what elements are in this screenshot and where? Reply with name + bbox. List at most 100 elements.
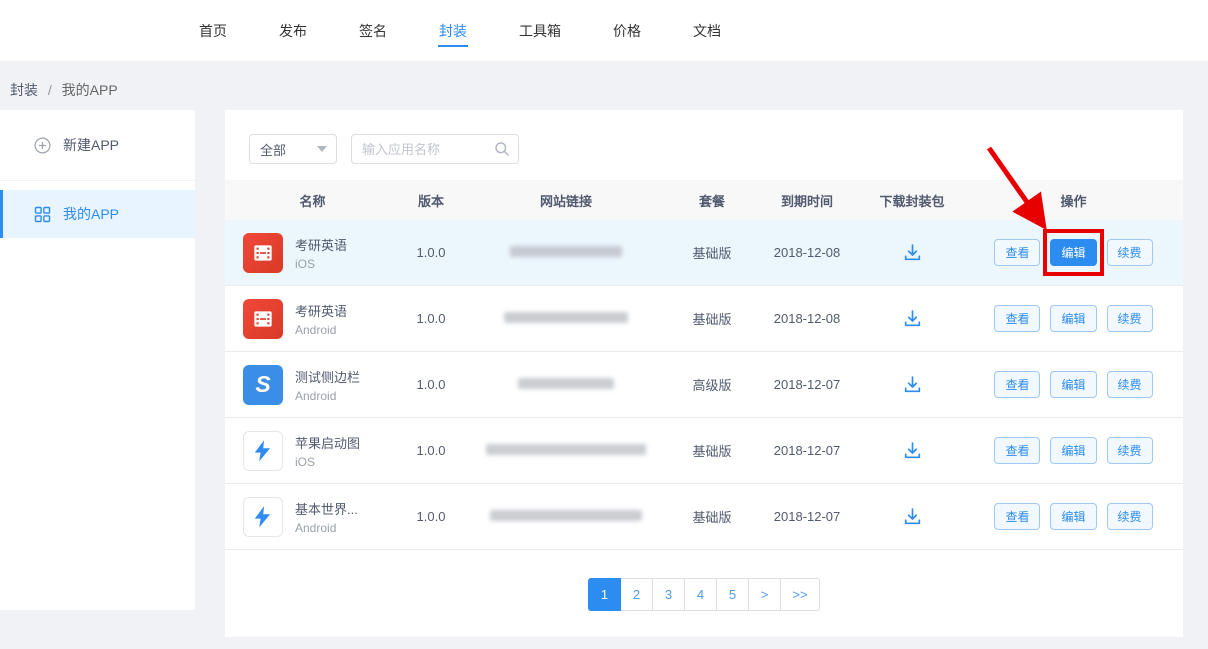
- thunder-app-icon: [243, 497, 283, 537]
- renew-button[interactable]: 续费: [1107, 305, 1153, 332]
- col-header-link: 网站链接: [462, 191, 670, 210]
- download-icon[interactable]: [902, 374, 923, 395]
- grid-icon: [34, 206, 51, 223]
- app-name: 苹果启动图: [295, 433, 360, 452]
- nav-item-publish[interactable]: 发布: [278, 13, 308, 49]
- filter-select[interactable]: 全部: [249, 134, 337, 164]
- table-row: 考研英语 Android 1.0.0 基础版 2018-12-08 查看 编辑 …: [225, 286, 1183, 352]
- table-row: 考研英语 iOS 1.0.0 基础版 2018-12-08 查看 编辑 续费: [225, 220, 1183, 286]
- blurred-link: [486, 444, 646, 455]
- edit-button[interactable]: 编辑: [1050, 305, 1096, 332]
- app-expiry: 2018-12-08: [754, 245, 860, 260]
- nav-item-packaging[interactable]: 封装: [438, 13, 468, 49]
- view-button[interactable]: 查看: [994, 371, 1040, 398]
- col-header-version: 版本: [400, 191, 462, 210]
- app-package: 基础版: [670, 309, 754, 328]
- download-icon[interactable]: [902, 506, 923, 527]
- app-version: 1.0.0: [400, 377, 462, 392]
- film-app-icon: [243, 233, 283, 273]
- app-version: 1.0.0: [400, 509, 462, 524]
- download-icon[interactable]: [902, 242, 923, 263]
- app-name: 考研英语: [295, 301, 347, 320]
- page-next-button[interactable]: >: [748, 578, 781, 611]
- blurred-link: [504, 312, 628, 323]
- nav-item-price[interactable]: 价格: [612, 13, 642, 49]
- sidebar-item-label: 我的APP: [63, 204, 119, 224]
- search-icon[interactable]: [494, 141, 510, 160]
- sidebar-item-my-app[interactable]: 我的APP: [0, 190, 195, 238]
- film-app-icon: [243, 299, 283, 339]
- edit-button[interactable]: 编辑: [1050, 503, 1096, 530]
- renew-button[interactable]: 续费: [1107, 437, 1153, 464]
- nav-item-docs[interactable]: 文档: [692, 13, 722, 49]
- app-platform: Android: [295, 521, 358, 535]
- renew-button[interactable]: 续费: [1107, 371, 1153, 398]
- table-row: S 测试侧边栏 Android 1.0.0 高级版 2018-12-07 查看 …: [225, 352, 1183, 418]
- app-expiry: 2018-12-07: [754, 377, 860, 392]
- thunder-app-icon: [243, 431, 283, 471]
- download-icon[interactable]: [902, 308, 923, 329]
- app-platform: iOS: [295, 455, 360, 469]
- page-last-button[interactable]: >>: [780, 578, 820, 611]
- edit-button[interactable]: 编辑: [1050, 239, 1096, 266]
- view-button[interactable]: 查看: [994, 503, 1040, 530]
- page-button-4[interactable]: 4: [684, 578, 717, 611]
- chevron-down-icon: [317, 146, 327, 152]
- nav-item-toolbox[interactable]: 工具箱: [518, 13, 562, 49]
- search-box: [351, 134, 519, 164]
- edit-button[interactable]: 编辑: [1050, 371, 1096, 398]
- breadcrumb-root[interactable]: 封装: [10, 82, 38, 98]
- table-row: 苹果启动图 iOS 1.0.0 基础版 2018-12-07 查看 编辑 续费: [225, 418, 1183, 484]
- page-button-1[interactable]: 1: [588, 578, 621, 611]
- col-header-name: 名称: [225, 191, 400, 210]
- app-package: 基础版: [670, 441, 754, 460]
- table-header: 名称 版本 网站链接 套餐 到期时间 下载封装包 操作: [225, 180, 1183, 220]
- app-package: 基础版: [670, 243, 754, 262]
- top-nav: 首页 发布 签名 封装 工具箱 价格 文档: [0, 0, 1208, 62]
- blurred-link: [518, 378, 614, 389]
- app-package: 基础版: [670, 507, 754, 526]
- plus-circle-icon: [34, 137, 51, 154]
- page-button-5[interactable]: 5: [716, 578, 749, 611]
- app-version: 1.0.0: [400, 311, 462, 326]
- main-panel: 全部 名称 版本 网站链接 套餐 到期时间 下载封装包 操作 考研英语 iOS: [225, 110, 1183, 637]
- nav-item-signature[interactable]: 签名: [358, 13, 388, 49]
- app-package: 高级版: [670, 375, 754, 394]
- s-logo-app-icon: S: [243, 365, 283, 405]
- filter-select-value: 全部: [260, 140, 286, 159]
- breadcrumb-separator: /: [48, 82, 52, 98]
- sidebar-item-new-app[interactable]: 新建APP: [0, 110, 195, 181]
- col-header-expiry: 到期时间: [754, 191, 860, 210]
- app-name: 测试侧边栏: [295, 367, 360, 386]
- app-platform: Android: [295, 323, 347, 337]
- blurred-link: [490, 510, 642, 521]
- edit-button[interactable]: 编辑: [1050, 437, 1096, 464]
- table-row: 基本世界... Android 1.0.0 基础版 2018-12-07 查看 …: [225, 484, 1183, 550]
- nav-item-home[interactable]: 首页: [198, 13, 228, 49]
- col-header-package: 套餐: [670, 191, 754, 210]
- breadcrumb: 封装 / 我的APP: [0, 62, 1208, 110]
- sidebar: 新建APP 我的APP: [0, 110, 195, 610]
- renew-button[interactable]: 续费: [1107, 503, 1153, 530]
- page-button-2[interactable]: 2: [620, 578, 653, 611]
- app-expiry: 2018-12-07: [754, 509, 860, 524]
- app-name: 考研英语: [295, 235, 347, 254]
- renew-button[interactable]: 续费: [1107, 239, 1153, 266]
- view-button[interactable]: 查看: [994, 437, 1040, 464]
- app-platform: Android: [295, 389, 360, 403]
- col-header-download: 下载封装包: [860, 191, 964, 210]
- view-button[interactable]: 查看: [994, 305, 1040, 332]
- col-header-actions: 操作: [964, 191, 1183, 210]
- app-expiry: 2018-12-08: [754, 311, 860, 326]
- app-version: 1.0.0: [400, 443, 462, 458]
- breadcrumb-current: 我的APP: [62, 82, 118, 98]
- app-name: 基本世界...: [295, 499, 358, 518]
- download-icon[interactable]: [902, 440, 923, 461]
- view-button[interactable]: 查看: [994, 239, 1040, 266]
- app-expiry: 2018-12-07: [754, 443, 860, 458]
- app-platform: iOS: [295, 257, 347, 271]
- app-version: 1.0.0: [400, 245, 462, 260]
- blurred-link: [510, 246, 622, 257]
- page-button-3[interactable]: 3: [652, 578, 685, 611]
- toolbar: 全部: [225, 110, 1183, 164]
